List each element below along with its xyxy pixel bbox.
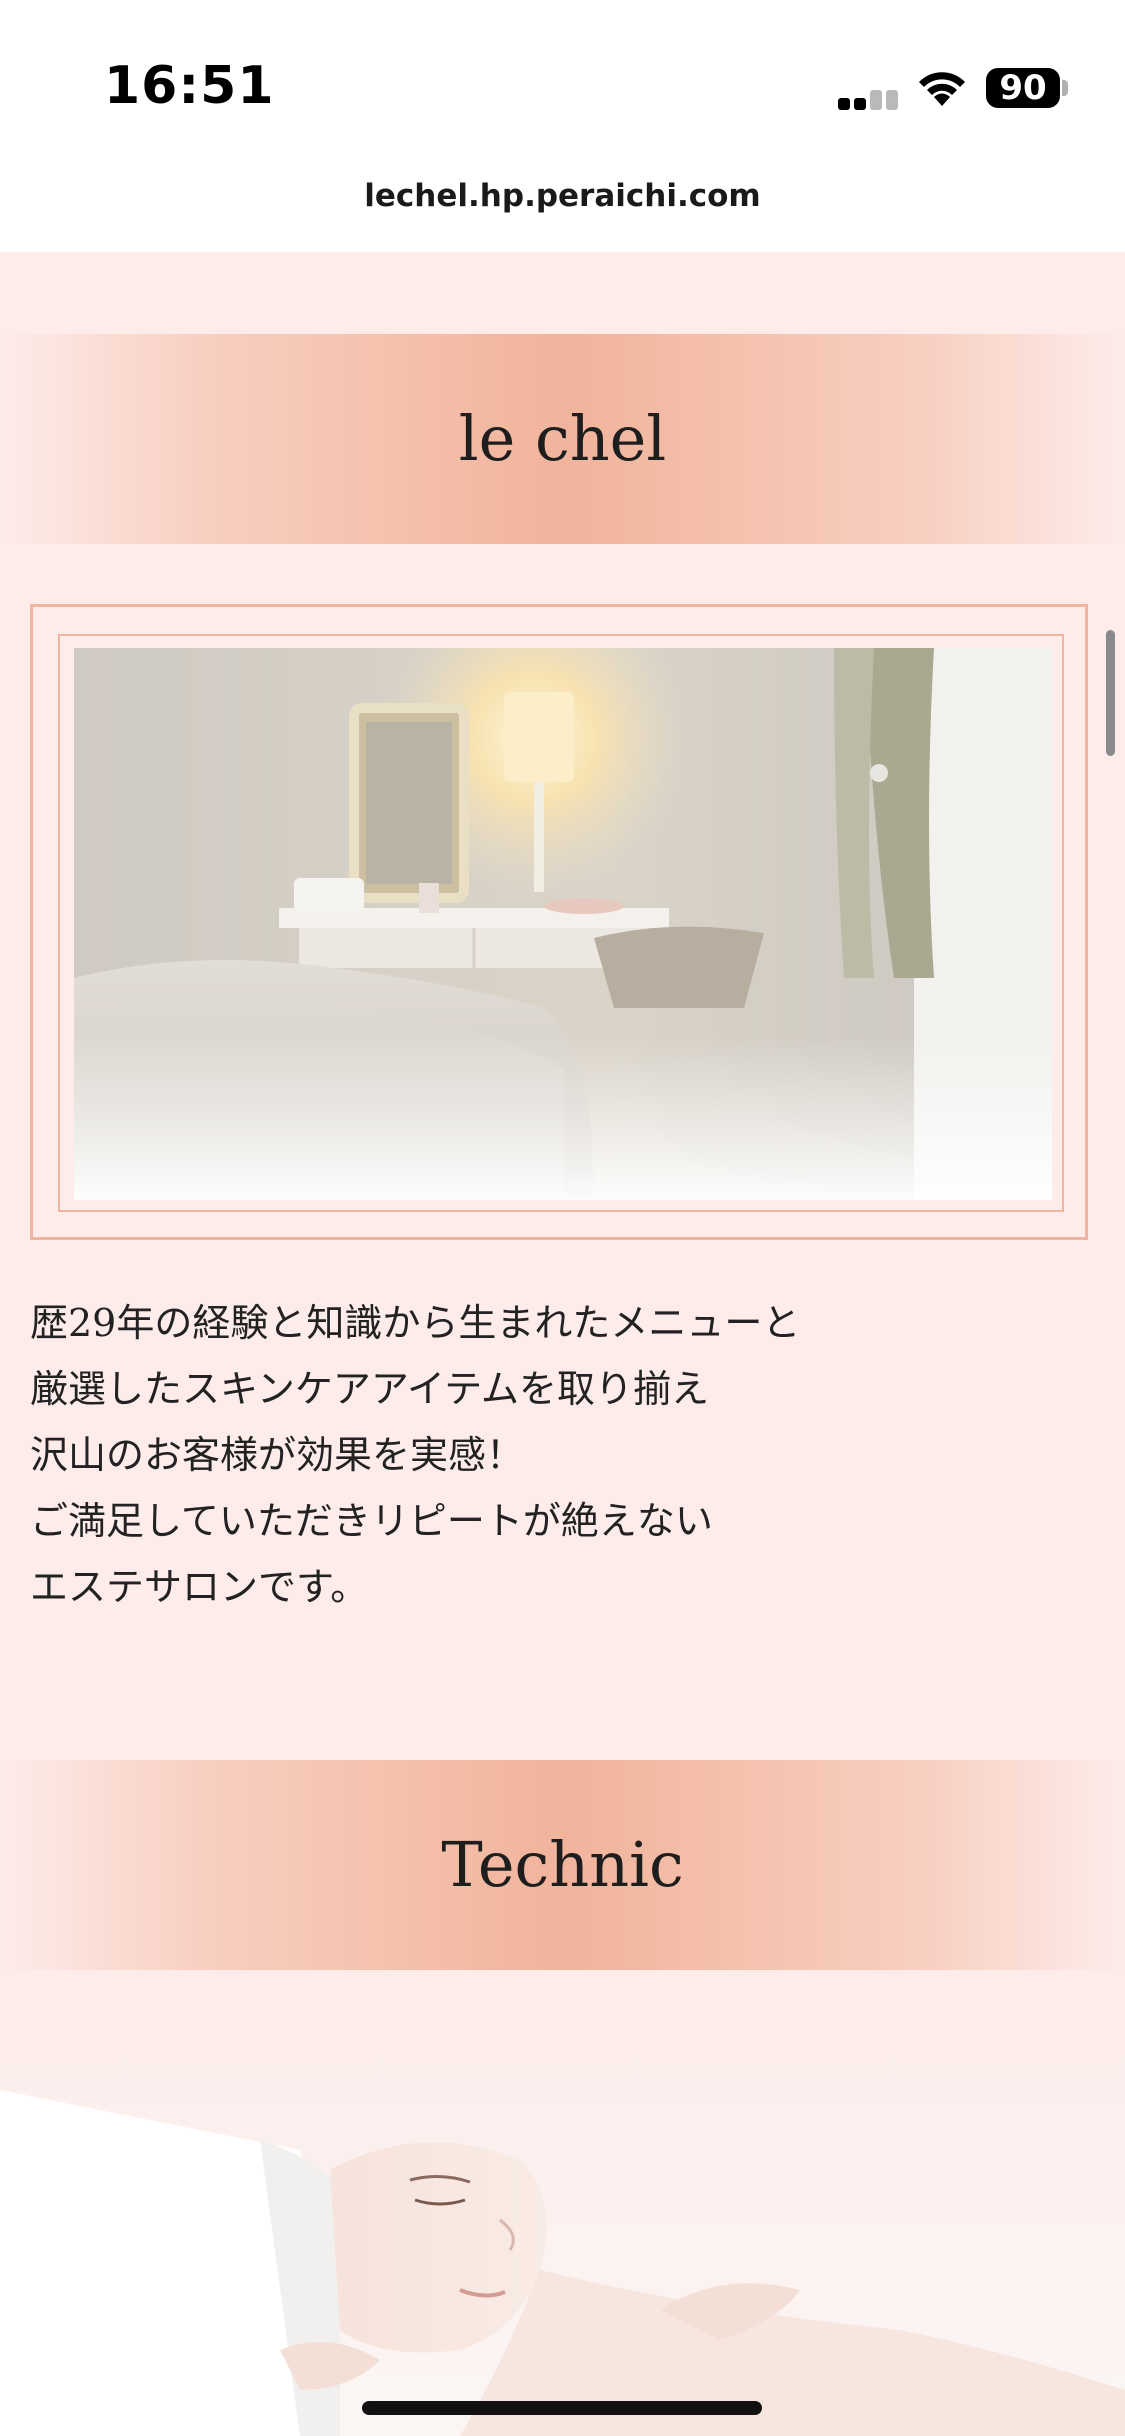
section-title: le chel <box>458 402 667 475</box>
section-title: Technic <box>441 1828 684 1901</box>
status-bar: 16:51 90 <box>0 0 1125 170</box>
url-text[interactable]: lechel.hp.peraichi.com <box>0 178 1125 214</box>
page-content[interactable]: le chel 歴29年の経験と知識から生まれたメニューと 厳選したスキンケアア… <box>0 252 1125 2436</box>
section-header-le-chel: le chel <box>0 334 1125 544</box>
intro-description: 歴29年の経験と知識から生まれたメニューと 厳選したスキンケアアイテムを取り揃え… <box>30 1290 1090 1620</box>
salon-room-photo <box>74 648 1052 1200</box>
address-bar[interactable]: lechel.hp.peraichi.com <box>0 160 1125 252</box>
description-line: ご満足していただきリピートが絶えない <box>30 1499 713 1543</box>
wifi-icon <box>919 72 965 106</box>
scrollbar[interactable] <box>1106 630 1115 756</box>
battery-tip <box>1062 80 1068 96</box>
home-indicator[interactable] <box>362 2401 762 2415</box>
description-line: 沢山のお客様が効果を実感！ <box>30 1433 525 1477</box>
signal-icon <box>838 80 900 110</box>
facial-treatment-photo <box>0 1970 1125 2436</box>
section-header-technic: Technic <box>0 1760 1125 1970</box>
description-line: エステサロンです。 <box>30 1565 369 1609</box>
battery-icon: 90 <box>986 68 1060 108</box>
description-line: 歴29年の経験と知識から生まれたメニューと <box>30 1301 801 1345</box>
status-time: 16:51 <box>104 56 275 116</box>
description-line: 厳選したスキンケアアイテムを取り揃え <box>30 1367 710 1411</box>
